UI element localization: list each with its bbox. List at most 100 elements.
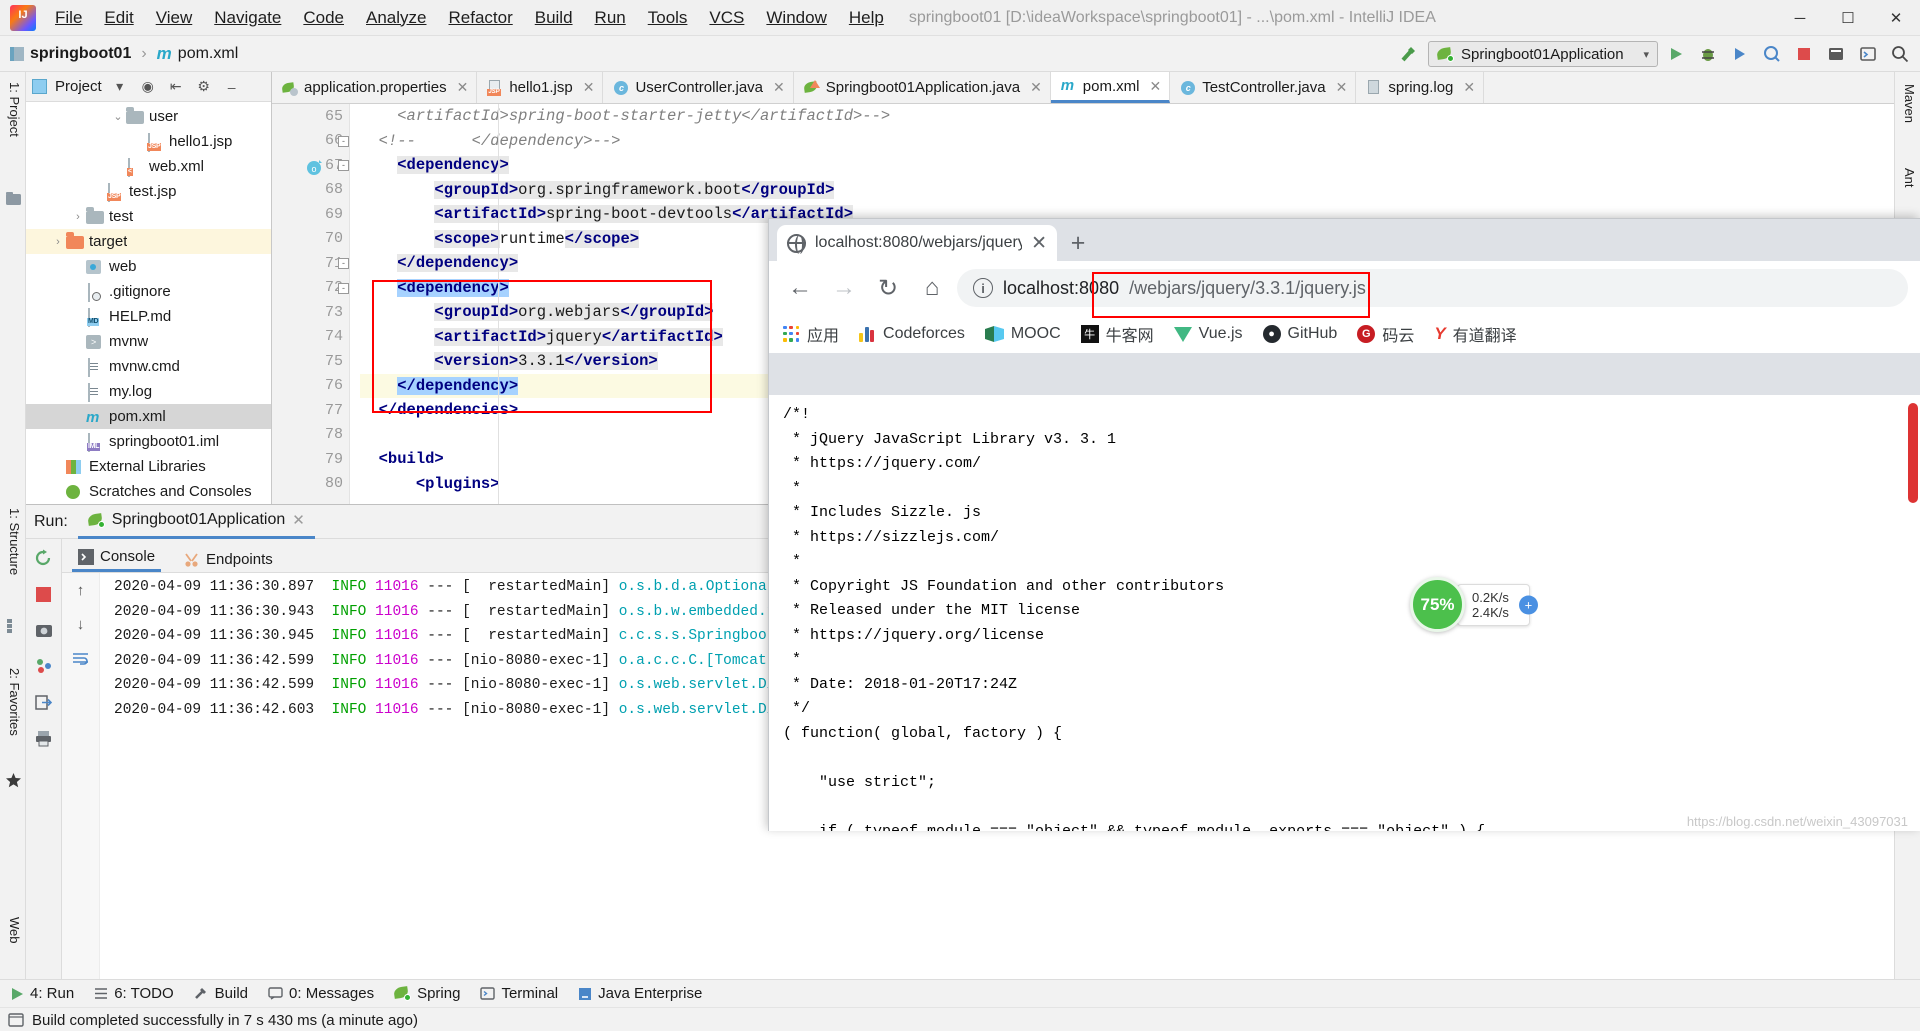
tool-window-messages[interactable]: 0: Messages	[268, 985, 374, 1002]
close-button[interactable]: ✕	[1872, 0, 1920, 36]
code-line[interactable]: <!-- </dependency>-->	[360, 129, 1894, 154]
run-configuration-selector[interactable]: Springboot01Application ▾	[1428, 41, 1658, 67]
close-icon[interactable]: ✕	[1463, 79, 1475, 96]
thread-dump-icon[interactable]	[33, 655, 55, 677]
menu-edit[interactable]: Edit	[93, 4, 144, 32]
menu-navigate[interactable]: Navigate	[203, 4, 292, 32]
tool-window-build[interactable]: Build	[194, 985, 248, 1002]
tree-item[interactable]: Scratches and Consoles	[26, 479, 271, 504]
project-folder-icon[interactable]	[5, 190, 22, 207]
profile-icon[interactable]	[1758, 40, 1786, 68]
network-speed-widget[interactable]: 75% 0.2K/s 2.4K/s +	[1410, 577, 1575, 632]
tree-item[interactable]: < web.xml	[26, 154, 271, 179]
tree-item[interactable]: › test	[26, 204, 271, 229]
menu-help[interactable]: Help	[838, 4, 895, 32]
rail-item-structure[interactable]: 1: Structure	[3, 502, 26, 581]
collapse-all-icon[interactable]: ⇤	[166, 77, 186, 97]
code-fold-toggle[interactable]: -	[338, 258, 349, 269]
rail-item-web[interactable]: Web	[3, 911, 26, 950]
stop-icon[interactable]	[1790, 40, 1818, 68]
editor-tab-pom-xml[interactable]: m pom.xml ✕	[1050, 72, 1171, 103]
close-icon[interactable]: ✕	[1149, 78, 1161, 95]
close-icon[interactable]: ✕	[1030, 79, 1042, 96]
bookmark-github[interactable]: ● GitHub	[1262, 325, 1337, 343]
tree-item[interactable]: web	[26, 254, 271, 279]
menu-bar[interactable]: File Edit View Navigate Code Analyze Ref…	[44, 4, 895, 32]
screenshot-icon[interactable]	[33, 619, 55, 641]
run-icon[interactable]	[1662, 40, 1690, 68]
bookmark-youdao[interactable]: Y 有道翻译	[1434, 322, 1516, 346]
rail-item-favorites[interactable]: 2: Favorites	[3, 662, 26, 742]
code-fold-toggle[interactable]: -	[338, 282, 349, 294]
menu-vcs[interactable]: VCS	[698, 4, 755, 32]
bookmark-mooc[interactable]: MOOC	[984, 325, 1061, 343]
hide-panel-icon[interactable]: –	[222, 77, 242, 97]
rail-item-ant[interactable]: Ant	[1898, 162, 1920, 194]
editor-tab-bar[interactable]: application.properties ✕ JSP hello1.jsp ✕ c Us…	[272, 72, 1894, 104]
tool-window-todo[interactable]: 6: TODO	[94, 985, 174, 1002]
print-icon[interactable]	[33, 727, 55, 749]
tool-window-java-enterprise[interactable]: Java Enterprise	[578, 985, 702, 1002]
tree-item[interactable]: IML springboot01.iml	[26, 429, 271, 454]
scroll-up-icon[interactable]: ↑	[70, 579, 92, 601]
search-everywhere-icon[interactable]	[1886, 40, 1914, 68]
tool-window-run[interactable]: 4: Run	[10, 985, 74, 1002]
editor-tab-springboot01application-java[interactable]: Springboot01Application.java ✕	[794, 72, 1051, 103]
favorites-star-icon[interactable]	[5, 772, 22, 789]
close-icon[interactable]: ✕	[457, 79, 469, 96]
editor-tab-spring-log[interactable]: spring.log ✕	[1356, 72, 1485, 103]
tree-item[interactable]: .gitignore	[26, 279, 271, 304]
project-tree[interactable]: ⌄ user JSP hello1.jsp < web.xml JSP test.jsp › te…	[26, 102, 271, 504]
chevron-down-icon[interactable]: ▾	[110, 77, 130, 97]
breadcrumb-project[interactable]: springboot01	[30, 45, 131, 63]
run-coverage-icon[interactable]	[1726, 40, 1754, 68]
menu-view[interactable]: View	[145, 4, 204, 32]
menu-tools[interactable]: Tools	[637, 4, 699, 32]
tree-item[interactable]: MD HELP.md	[26, 304, 271, 329]
expand-widget-button[interactable]: +	[1518, 595, 1538, 614]
console-side-actions[interactable]: ↑ ↓	[62, 573, 100, 979]
menu-run[interactable]: Run	[584, 4, 637, 32]
build-hammer-icon[interactable]	[1396, 40, 1424, 68]
tree-expand-arrow[interactable]: ›	[50, 236, 66, 248]
tree-item[interactable]: mvnw.cmd	[26, 354, 271, 379]
terminal-icon[interactable]	[1854, 40, 1882, 68]
site-info-icon[interactable]: i	[973, 278, 993, 298]
code-fold-toggle[interactable]: -	[338, 160, 349, 171]
home-button[interactable]: ⌂	[913, 269, 951, 307]
run-config-tab[interactable]: Springboot01Application ✕	[77, 505, 315, 539]
menu-code[interactable]: Code	[292, 4, 355, 32]
menu-build[interactable]: Build	[524, 4, 584, 32]
code-fold-toggle[interactable]: -	[338, 135, 349, 147]
breadcrumb-file[interactable]: pom.xml	[178, 45, 238, 63]
code-line[interactable]: <groupId>org.springframework.boot</group…	[360, 178, 1894, 203]
tree-item[interactable]: › target	[26, 229, 271, 254]
tree-item[interactable]: ⌄ user	[26, 104, 271, 129]
debug-icon[interactable]	[1694, 40, 1722, 68]
bookmarks-bar[interactable]: 应用 Codeforces MOOC 牛 牛客网 Vue.js ● GitHub…	[769, 315, 1920, 353]
editor-tab-usercontroller-java[interactable]: c UserController.java ✕	[603, 72, 794, 103]
tab-console[interactable]: Console	[72, 544, 162, 572]
tree-expand-arrow[interactable]: ⌄	[110, 110, 126, 123]
tab-endpoints[interactable]: Endpoints	[177, 547, 279, 572]
menu-window[interactable]: Window	[755, 4, 837, 32]
reload-button[interactable]: ↻	[869, 269, 907, 307]
tree-item[interactable]: m pom.xml	[26, 404, 271, 429]
bookmark-gitee[interactable]: G 码云	[1357, 322, 1414, 346]
scroll-down-icon[interactable]: ↓	[70, 613, 92, 635]
close-icon[interactable]: ✕	[773, 79, 785, 96]
bookmark-vuejs[interactable]: Vue.js	[1173, 325, 1243, 343]
close-icon[interactable]: ✕	[1031, 232, 1047, 255]
minimize-button[interactable]: ─	[1776, 0, 1824, 36]
back-button[interactable]: ←	[781, 269, 819, 307]
new-tab-button[interactable]: +	[1057, 225, 1099, 261]
code-line[interactable]: <dependency>	[360, 153, 1894, 178]
tree-item[interactable]: JSP hello1.jsp	[26, 129, 271, 154]
export-icon[interactable]	[33, 691, 55, 713]
tree-item[interactable]: > mvnw	[26, 329, 271, 354]
code-line[interactable]: <artifactId>spring-boot-starter-jetty</a…	[360, 104, 1894, 129]
bookmark-nowcoder[interactable]: 牛 牛客网	[1080, 322, 1154, 346]
tool-window-terminal[interactable]: Terminal	[480, 985, 558, 1002]
menu-refactor[interactable]: Refactor	[437, 4, 523, 32]
menu-analyze[interactable]: Analyze	[355, 4, 437, 32]
